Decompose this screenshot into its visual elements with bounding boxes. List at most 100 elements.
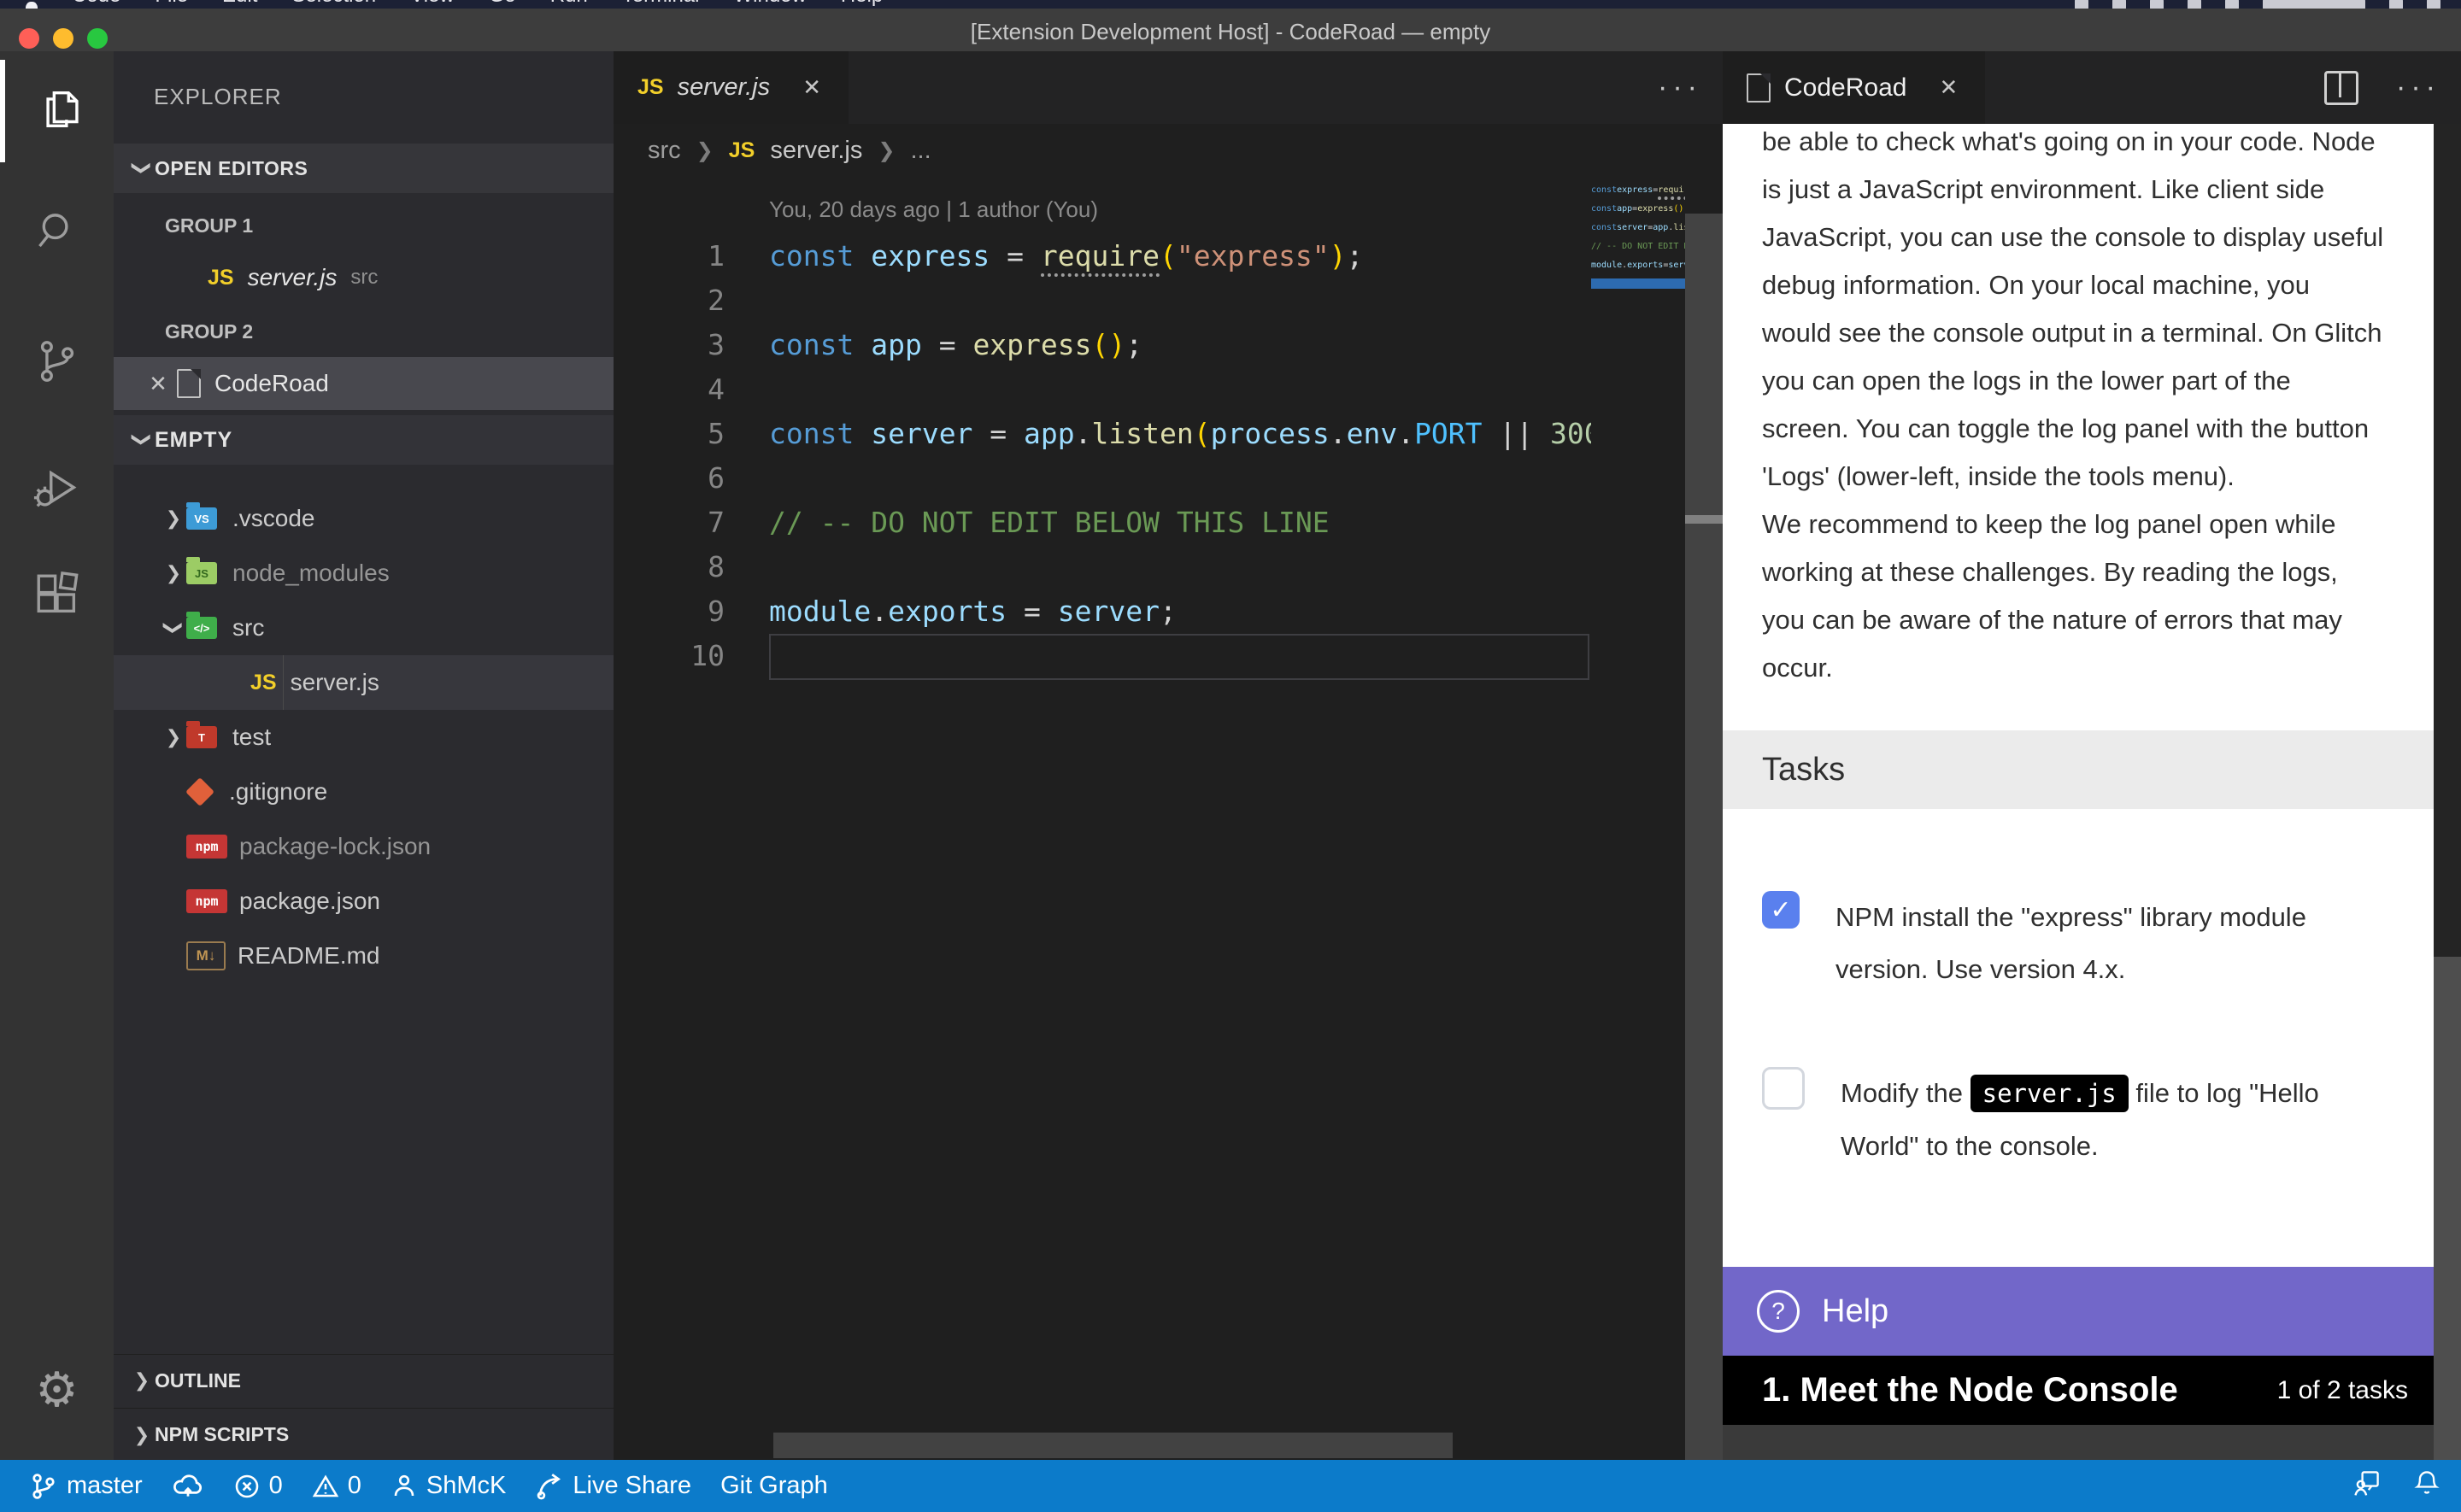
explorer-tab[interactable] [0, 60, 119, 162]
code-line-3[interactable]: 3const app = express(); [614, 323, 1591, 367]
feedback-icon[interactable] [2352, 1468, 2382, 1505]
code-line-4[interactable]: 4 [614, 367, 1591, 412]
npm-scripts-section[interactable]: ❯ NPM SCRIPTS [114, 1408, 614, 1460]
menu-item-window[interactable]: Window [733, 0, 806, 7]
minimap[interactable]: const express = require("express");const… [1591, 181, 1685, 289]
task-item-2: Modify the server.js file to log "HelloW… [1762, 1067, 2435, 1172]
tasks-header-label: Tasks [1762, 752, 1845, 788]
unchecked-checkbox[interactable] [1762, 1067, 1805, 1110]
open-editors-section[interactable]: ❯ OPEN EDITORS [114, 144, 614, 193]
scrollbar-handle[interactable] [1685, 515, 1723, 524]
tree-item-test[interactable]: ❯Ttest [114, 710, 614, 765]
close-tab-icon[interactable]: ✕ [1935, 74, 1961, 101]
tree-item-package-lockjson[interactable]: npmpackage-lock.json [114, 819, 614, 874]
menu-item-code[interactable]: Code [72, 0, 120, 7]
close-editor-icon[interactable]: ✕ [139, 371, 177, 397]
code-line-9[interactable]: 9module.exports = server; [614, 589, 1591, 634]
extensions-tab[interactable] [0, 545, 114, 648]
code-text: module.exports = server; [769, 589, 1177, 634]
tasks-header: Tasks [1723, 730, 2461, 809]
breadcrumb-symbol[interactable]: ... [910, 137, 931, 165]
line-number: 1 [614, 234, 725, 278]
test-folder-icon: T [186, 726, 217, 748]
minimap-line: const app = express(); [1591, 200, 1685, 219]
chevron-down-icon: ❯ [131, 427, 153, 453]
status-item-live-share[interactable]: Live Share [535, 1472, 691, 1501]
menu-item-help[interactable]: Help [841, 0, 883, 7]
codelens-annotation[interactable]: You, 20 days ago | 1 author (You) [769, 196, 1098, 223]
lesson-footer-bar[interactable]: 1. Meet the Node Console 1 of 2 tasks [1723, 1356, 2461, 1425]
settings-gear-button[interactable]: ⚙ [0, 1339, 114, 1441]
menu-item-edit[interactable]: Edit [222, 0, 257, 7]
breadcrumb-file[interactable]: server.js [770, 137, 862, 165]
menu-item-file[interactable]: File [155, 0, 188, 7]
checked-checkbox[interactable]: ✓ [1762, 891, 1800, 929]
tree-item-node_modules[interactable]: ❯JSnode_modules [114, 546, 614, 601]
tree-item-vscode[interactable]: ❯VS.vscode [114, 491, 614, 546]
open-editor-item-server.js[interactable]: JSserver.jssrc [114, 251, 614, 304]
tab-coderoad[interactable]: CodeRoad ✕ [1723, 51, 1985, 124]
status-item-cloud-upload[interactable] [172, 1470, 204, 1503]
outline-section[interactable]: ❯ OUTLINE [114, 1354, 614, 1406]
tree-item-READMEmd[interactable]: M↓README.md [114, 929, 614, 983]
status-item-0[interactable]: 0 [233, 1472, 283, 1500]
code-area[interactable]: 1const express = require("express");23co… [614, 234, 1591, 678]
task-text-line: version. Use version 4.x. [1835, 943, 2306, 995]
tree-item-serverjs[interactable]: JSserver.js [114, 655, 614, 710]
breadcrumb-folder[interactable]: src [648, 137, 681, 165]
status-item-shmck[interactable]: ShMcK [391, 1472, 506, 1500]
npm-icon: npm [186, 889, 227, 913]
code-line-6[interactable]: 6 [614, 456, 1591, 501]
source-control-tab[interactable] [0, 312, 114, 414]
tree-item-gitignore[interactable]: .gitignore [114, 765, 614, 819]
menu-item-selection[interactable]: Selection [291, 0, 376, 7]
outline-label: OUTLINE [155, 1369, 241, 1392]
webview-scrollbar-track[interactable] [2434, 124, 2461, 957]
split-editor-button[interactable] [2324, 51, 2358, 124]
status-item-git-graph[interactable]: Git Graph [720, 1472, 828, 1500]
js-file-icon: JS [637, 75, 664, 100]
code-line-1[interactable]: 1const express = require("express"); [614, 234, 1591, 278]
tab-label: server.js [678, 73, 771, 102]
status-item-master[interactable]: master [29, 1472, 143, 1501]
line-number: 6 [614, 456, 725, 501]
webview-scrollbar-thumb[interactable] [2434, 957, 2461, 1460]
menu-item-terminal[interactable]: Terminal [622, 0, 700, 7]
status-item-0[interactable]: 0 [312, 1472, 361, 1500]
panel-more-actions-button[interactable]: ··· [2396, 51, 2440, 124]
open-editor-item-coderoad[interactable]: ✕CodeRoad [114, 357, 614, 410]
code-line-7[interactable]: 7// -- DO NOT EDIT BELOW THIS LINE [614, 501, 1591, 545]
open-editors-group-label: GROUP 2 [114, 309, 614, 354]
help-bar[interactable]: ? Help [1723, 1267, 2461, 1356]
file-icon [177, 369, 201, 398]
code-line-8[interactable]: 8 [614, 545, 1591, 589]
chevron-right-icon: ❯ [696, 138, 714, 163]
npm-scripts-label: NPM SCRIPTS [155, 1423, 289, 1446]
editor-tab-bar: JS server.js ✕ ··· [614, 51, 1723, 124]
tab-server-js[interactable]: JS server.js ✕ [614, 51, 849, 124]
workspace-section[interactable]: ❯ EMPTY [114, 415, 614, 465]
code-line-5[interactable]: 5const server = app.listen(process.env.P… [614, 412, 1591, 456]
menu-item-view[interactable]: View [410, 0, 455, 7]
editor-more-actions-button[interactable]: ··· [1658, 51, 1702, 124]
horizontal-scrollbar[interactable] [773, 1433, 1453, 1458]
menu-item-run[interactable]: Run [550, 0, 588, 7]
tree-item-src[interactable]: ❯</>src [114, 601, 614, 655]
search-tab[interactable] [0, 181, 114, 284]
tree-item-packagejson[interactable]: npm package.json [114, 874, 614, 929]
vscode-window: Code File Edit Selection View Go Run Terminal Wi… [0, 0, 2461, 1512]
bell-icon[interactable] [2411, 1468, 2442, 1505]
code-line-2[interactable]: 2 [614, 278, 1591, 323]
code-text: // -- DO NOT EDIT BELOW THIS LINE [769, 501, 1330, 545]
panel-bottom-strip [1723, 1425, 2461, 1460]
search-icon [32, 206, 82, 260]
menu-item-go[interactable]: Go [489, 0, 516, 7]
node-folder-icon: JS [186, 562, 217, 584]
js-file-icon: JS [250, 671, 277, 695]
panel-sash-scrollbar[interactable] [1685, 214, 1723, 1460]
task-text-line: Modify the server.js file to log "Hello [1841, 1067, 2319, 1120]
tree-item-label: package.json [239, 888, 380, 915]
run-debug-tab[interactable] [0, 440, 114, 542]
line-number: 4 [614, 367, 725, 412]
close-tab-icon[interactable]: ✕ [799, 74, 825, 101]
